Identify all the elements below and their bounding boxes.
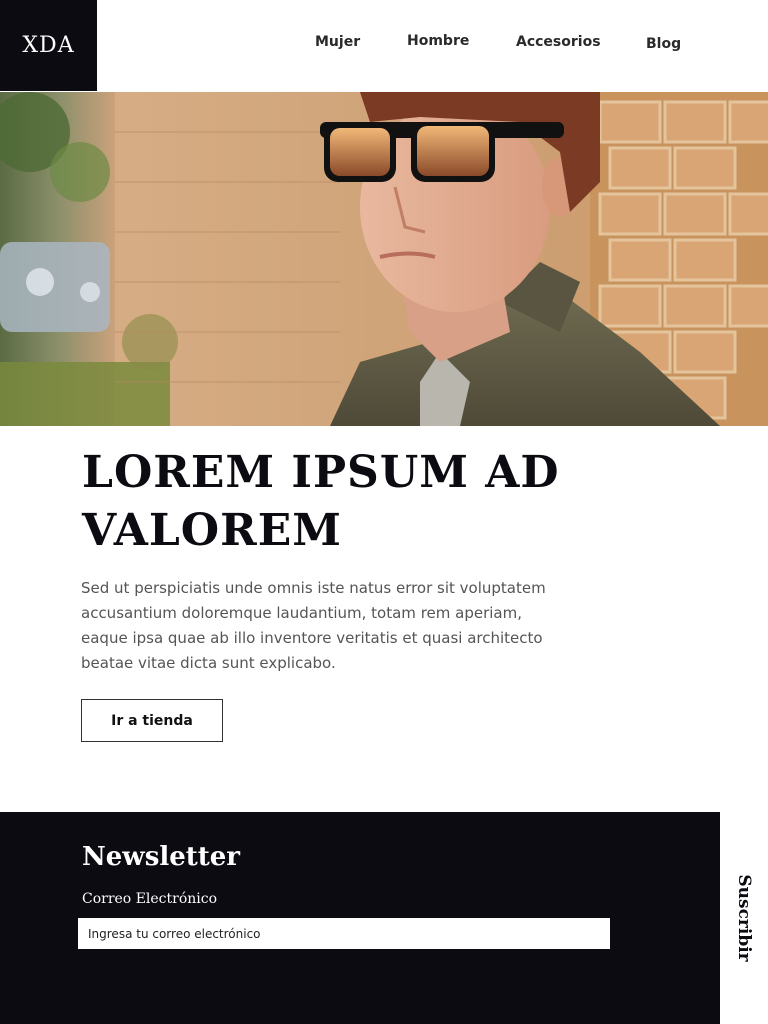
hero-photo [0,92,768,426]
hero-headline: LOREM IPSUM AD VALOREM [82,447,560,556]
nav-item-accesorios[interactable]: Accesorios [516,34,601,50]
brand-logo-text: XDA [22,33,75,58]
email-field[interactable] [78,918,610,949]
subscribe-button[interactable]: Suscribir [720,812,768,1024]
email-label: Correo Electrónico [82,891,218,907]
nav-item-mujer[interactable]: Mujer [315,34,360,50]
hero-image [0,92,768,426]
newsletter-section: Newsletter Correo Electrónico [0,812,720,1024]
nav-item-hombre[interactable]: Hombre [407,33,469,49]
site-header: XDA Mujer Hombre Accesorios Blog [0,0,768,92]
nav-item-blog[interactable]: Blog [646,36,681,52]
subscribe-label: Suscribir [734,874,754,962]
hero-description: Sed ut perspiciatis unde omnis iste natu… [81,579,546,672]
go-to-store-button[interactable]: Ir a tienda [81,699,223,742]
brand-logo[interactable]: XDA [0,0,97,91]
newsletter-title: Newsletter [82,842,241,872]
